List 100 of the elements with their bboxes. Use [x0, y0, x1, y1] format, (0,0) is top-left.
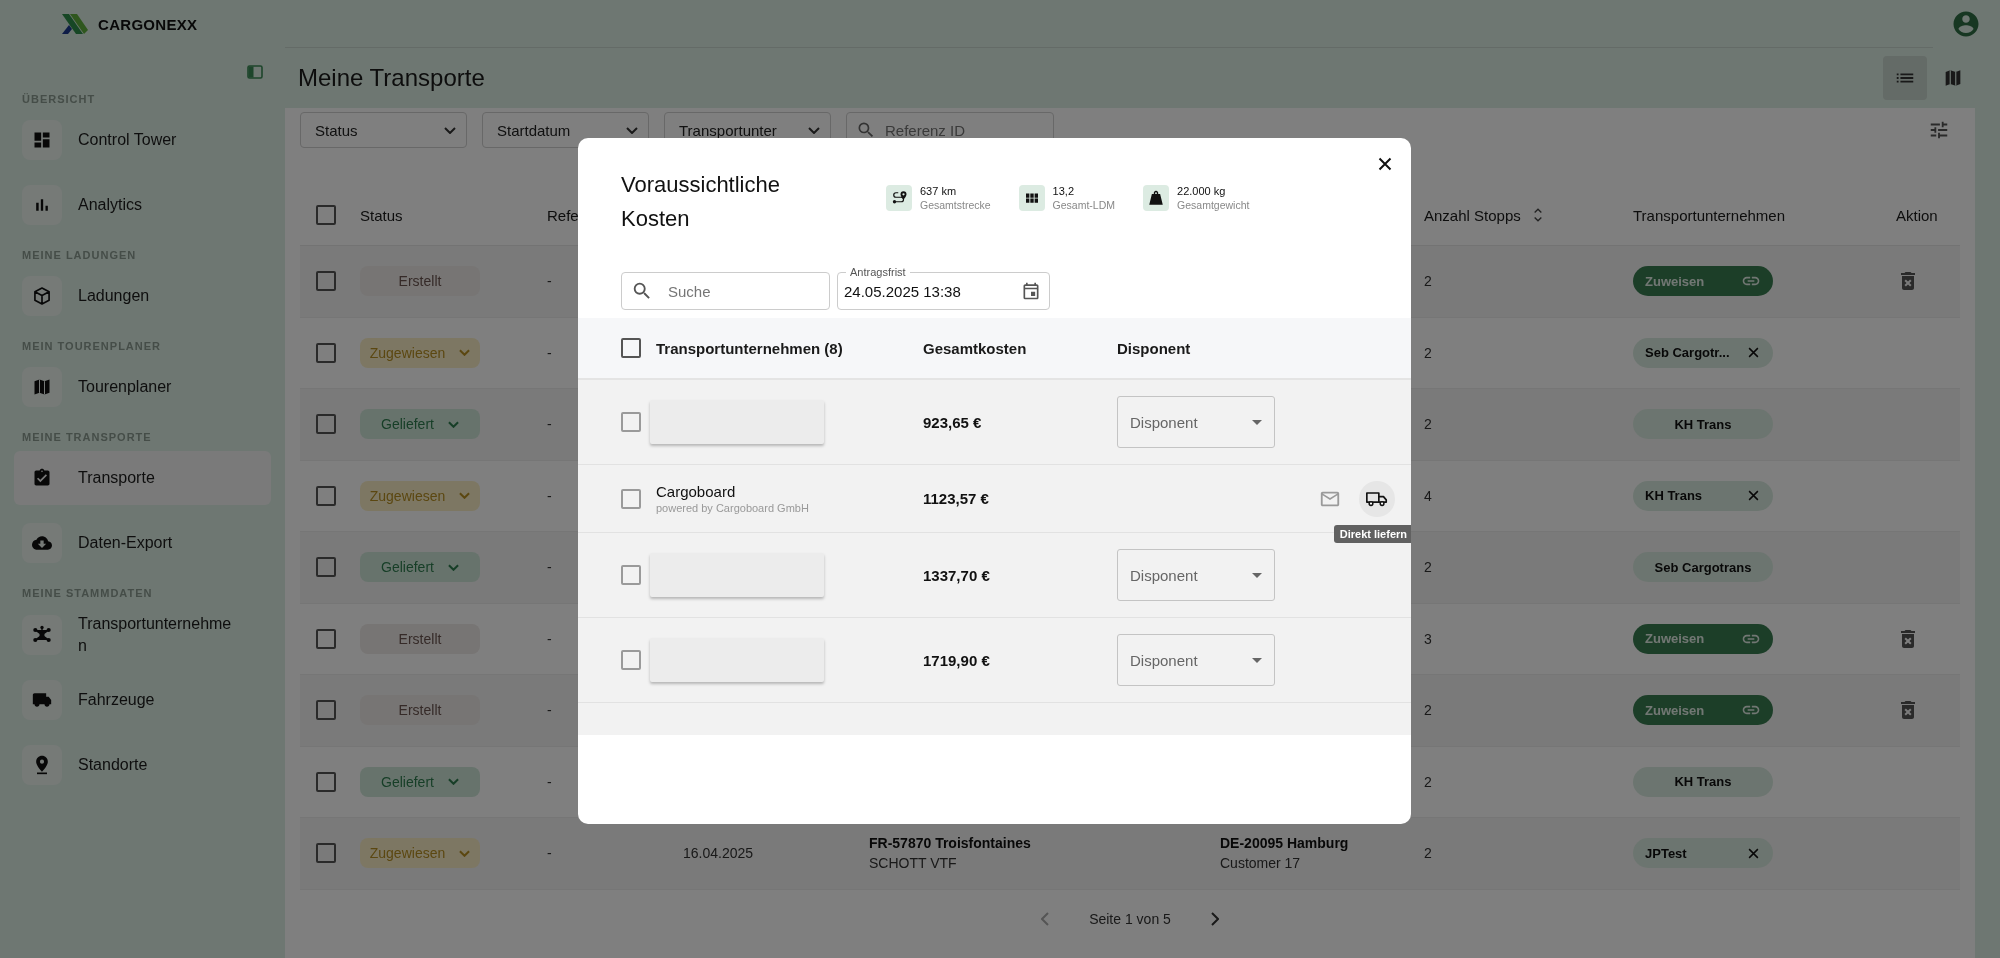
chevron-down-icon	[459, 492, 471, 500]
search-icon	[631, 280, 653, 302]
checkbox[interactable]	[316, 485, 336, 506]
table-cell: -	[547, 416, 552, 433]
logo-icon	[60, 12, 90, 36]
truck-icon	[1365, 489, 1389, 508]
carrier-chip[interactable]: Seb Cargotr...	[1633, 337, 1773, 368]
list-view-button[interactable]	[1883, 56, 1927, 100]
brand-name: CARGONEXX	[98, 15, 198, 33]
nav-item[interactable]: Analytics	[14, 178, 271, 232]
checkbox[interactable]	[316, 771, 336, 792]
chevron-down-icon	[444, 126, 456, 134]
dashboard-icon	[32, 130, 52, 150]
clipboard-check-icon	[32, 468, 52, 488]
checkbox[interactable]	[621, 650, 641, 670]
calendar-icon[interactable]	[1021, 281, 1041, 301]
nav-item[interactable]: Transportunternehmen	[14, 607, 271, 663]
table-cell: 2	[1424, 845, 1432, 862]
cost-value: 1337,70 €	[923, 566, 990, 584]
direct-delivery-button[interactable]	[1359, 480, 1395, 517]
status-chip[interactable]: Geliefert	[360, 409, 480, 440]
cost-value: 1123,57 €	[923, 490, 989, 507]
weight-icon	[1147, 189, 1166, 207]
table-cell: -	[547, 344, 552, 361]
chevron-down-icon	[808, 126, 820, 134]
search-field[interactable]: Suche	[621, 272, 830, 310]
column-header[interactable]: Anzahl Stopps	[1424, 206, 1521, 224]
filter-settings-icon[interactable]	[1928, 119, 1950, 141]
checkbox[interactable]	[621, 412, 641, 432]
checkbox[interactable]	[316, 700, 336, 721]
checkbox[interactable]	[316, 342, 336, 363]
carrier-chip[interactable]: KH Trans	[1633, 409, 1773, 440]
dispatcher-dropdown[interactable]: Disponent	[1117, 634, 1275, 686]
status-chip: Erstellt	[360, 695, 480, 726]
nav-item[interactable]: Ladungen	[14, 269, 271, 323]
table-cell: 3	[1424, 630, 1432, 647]
checkbox[interactable]	[621, 488, 641, 509]
checkbox[interactable]	[316, 843, 336, 864]
table-cell: SCHOTT VTF	[869, 855, 957, 872]
chevron-down-icon	[459, 849, 471, 857]
carrier-chip[interactable]: Seb Cargotrans	[1633, 552, 1773, 583]
dispatcher-dropdown[interactable]: Disponent	[1117, 396, 1275, 448]
caret-icon	[1252, 572, 1262, 578]
status-chip[interactable]: Geliefert	[360, 552, 480, 583]
carrier-chip[interactable]: JPTest	[1633, 838, 1773, 869]
carrier-chip[interactable]: Zuweisen	[1633, 695, 1773, 726]
table-cell: Customer 17	[1220, 855, 1301, 872]
table-cell: -	[547, 487, 552, 504]
stat-value: 637 km	[920, 185, 958, 197]
nav-item[interactable]: Transporte	[14, 451, 271, 505]
nav-item[interactable]: Standorte	[14, 738, 271, 793]
table-cell: 16.04.2025	[683, 845, 754, 862]
status-chip[interactable]: Geliefert	[360, 766, 480, 797]
dialog-title: Voraussichtliche Kosten	[621, 171, 781, 233]
table-cell: 2	[1424, 773, 1432, 790]
caret-icon	[1252, 419, 1262, 425]
nav-item[interactable]: Daten-Export	[14, 516, 271, 570]
stat-label: Gesamtgewicht	[1177, 199, 1250, 211]
table-cell: -	[547, 773, 552, 790]
stat-value: 22.000 kg	[1177, 185, 1227, 197]
column-header: Refe	[547, 206, 579, 224]
nav-item[interactable]: Tourenplaner	[14, 360, 271, 414]
dispatcher-dropdown[interactable]: Disponent	[1117, 549, 1275, 601]
nav-item[interactable]: Control Tower	[14, 113, 271, 167]
stat-value: 13,2	[1052, 185, 1076, 197]
table-cell: 4	[1424, 487, 1432, 504]
nav-item[interactable]: Fahrzeuge	[14, 673, 271, 728]
sidebar-toggle-icon[interactable]	[247, 65, 263, 79]
table-cell: 2	[1424, 702, 1432, 719]
table-cell: 2	[1424, 559, 1432, 576]
table-cell: -	[547, 273, 552, 290]
carrier-name: Cargoboard	[656, 483, 737, 500]
carrier-chip[interactable]: Zuweisen	[1633, 266, 1773, 297]
checkbox[interactable]	[316, 205, 336, 225]
carrier-chip[interactable]: KH Trans	[1633, 480, 1773, 511]
cloud-download-icon	[32, 533, 52, 553]
stat-label: Gesamt-LDM	[1052, 199, 1116, 211]
checkbox[interactable]	[316, 271, 336, 292]
table-cell: 2	[1424, 273, 1432, 290]
cost-value: 1719,90 €	[923, 651, 990, 669]
chevron-down-icon	[459, 349, 471, 357]
table-cell: 2	[1424, 344, 1432, 361]
sort-icon[interactable]	[1532, 206, 1543, 224]
column-header: Status	[360, 206, 403, 224]
checkbox[interactable]	[316, 414, 336, 435]
column-header: Transportunternehmen (8)	[656, 339, 843, 357]
next-page-icon[interactable]	[1210, 911, 1219, 926]
checkbox[interactable]	[316, 628, 336, 649]
stat-label: Gesamtstrecke	[920, 199, 991, 211]
chevron-down-icon	[626, 126, 638, 134]
checkbox[interactable]	[621, 338, 641, 358]
filter-dropdown[interactable]: Status	[300, 112, 467, 148]
caret-icon	[1252, 657, 1262, 663]
carrier-chip[interactable]: KH Trans	[1633, 766, 1773, 797]
checkbox[interactable]	[621, 565, 641, 585]
table-cell: -	[547, 845, 552, 862]
table-cell: FR-57870 Troisfontaines	[869, 835, 1031, 852]
user-avatar-icon[interactable]	[1951, 9, 1981, 39]
checkbox[interactable]	[316, 557, 336, 578]
carrier-chip[interactable]: Zuweisen	[1633, 623, 1773, 654]
